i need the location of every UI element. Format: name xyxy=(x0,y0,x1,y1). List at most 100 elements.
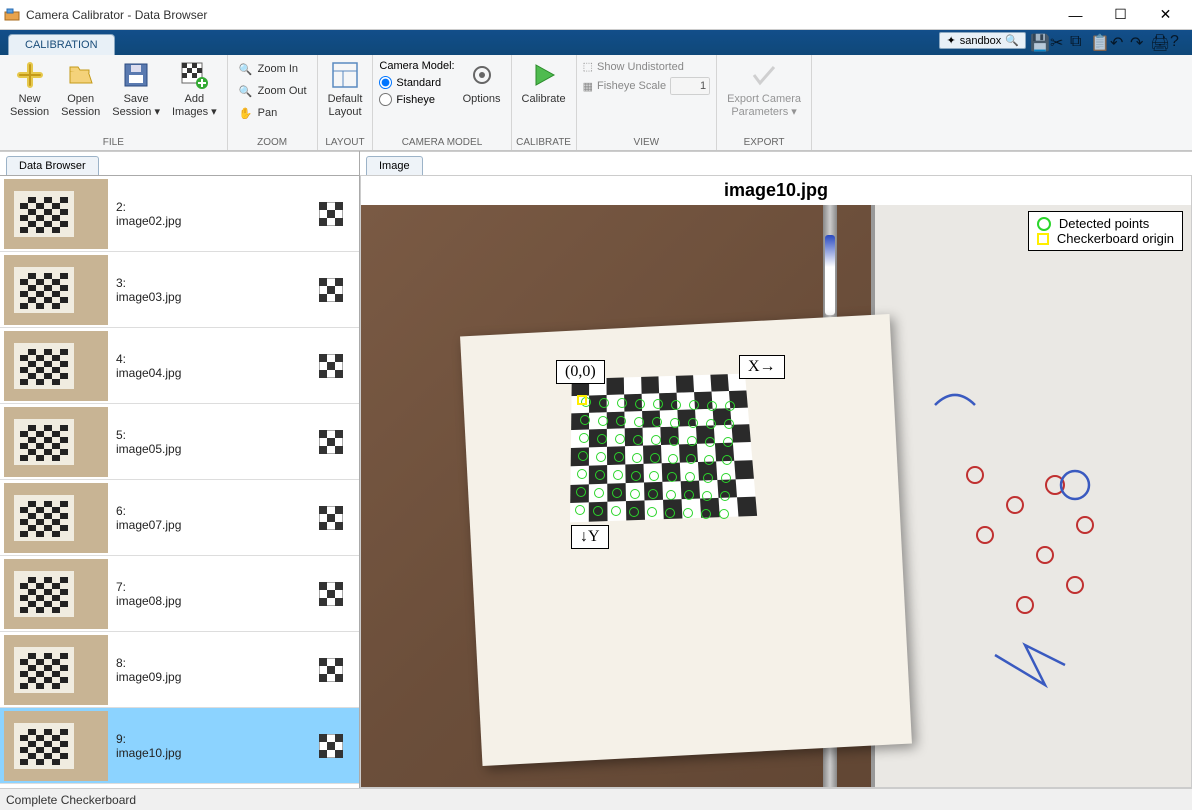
legend-detected: Detected points xyxy=(1037,216,1174,231)
list-item[interactable]: 2: image02.jpg xyxy=(0,176,359,252)
ribbon: New Session Open Session Save Session ▾ … xyxy=(0,55,1192,151)
maximize-button[interactable]: ☐ xyxy=(1098,0,1143,30)
tab-data-browser[interactable]: Data Browser xyxy=(6,156,99,175)
print-icon[interactable]: 🖨 xyxy=(1150,33,1166,49)
copy-icon[interactable]: ⧉ xyxy=(1070,33,1086,49)
item-index: 8: xyxy=(116,656,181,670)
zoom-in-button[interactable]: 🔍Zoom In xyxy=(234,59,311,79)
group-zoom: 🔍Zoom In 🔍Zoom Out ✋Pan ZOOM xyxy=(228,55,318,150)
ann-y: ↓Y xyxy=(571,525,609,549)
image-list[interactable]: 2: image02.jpg 3: image03.jpg 4: image04… xyxy=(0,175,359,788)
tab-calibration[interactable]: CALIBRATION xyxy=(8,34,115,55)
close-button[interactable]: ✕ xyxy=(1143,0,1188,30)
radio-fisheye[interactable]: Fisheye xyxy=(379,92,454,107)
save-session-label: Save Session ▾ xyxy=(112,93,160,119)
thumbnail xyxy=(4,559,108,629)
undistort-icon: ⬚ xyxy=(583,60,593,73)
group-file-label: FILE xyxy=(4,135,223,150)
new-session-button[interactable]: New Session xyxy=(4,57,55,121)
open-session-button[interactable]: Open Session xyxy=(55,57,106,121)
thumbnail xyxy=(4,407,108,477)
options-label: Options xyxy=(463,93,501,106)
help-icon[interactable]: ? xyxy=(1170,33,1186,49)
item-info: 8: image09.jpg xyxy=(116,656,181,684)
export-params-button[interactable]: Export Camera Parameters ▾ xyxy=(721,57,807,121)
save-icon[interactable]: 💾 xyxy=(1030,33,1046,49)
list-item[interactable]: 8: image09.jpg xyxy=(0,632,359,708)
group-view-label: VIEW xyxy=(581,135,713,150)
group-view: ⬚Show Undistorted ▦ Fisheye Scale VIEW xyxy=(577,55,718,150)
redo-icon[interactable]: ↷ xyxy=(1130,33,1146,49)
show-undistorted-check[interactable]: ⬚Show Undistorted xyxy=(583,59,711,74)
list-item[interactable]: 7: image08.jpg xyxy=(0,556,359,632)
checker-icon xyxy=(319,734,343,758)
pan-button[interactable]: ✋Pan xyxy=(234,103,311,123)
group-calibrate-label: CALIBRATE xyxy=(516,135,572,150)
group-calibrate: Calibrate CALIBRATE xyxy=(512,55,577,150)
sandbox-label: sandbox xyxy=(960,35,1002,47)
thumbnail xyxy=(4,483,108,553)
item-index: 6: xyxy=(116,504,181,518)
group-camera-model: Camera Model: Standard Fisheye Options C… xyxy=(373,55,511,150)
radio-standard[interactable]: Standard xyxy=(379,75,454,90)
gear-icon xyxy=(466,59,498,91)
fisheye-scale-input[interactable] xyxy=(670,77,710,95)
list-item[interactable]: 6: image07.jpg xyxy=(0,480,359,556)
circle-icon xyxy=(1037,217,1051,231)
open-session-label: Open Session xyxy=(61,93,100,119)
group-file: New Session Open Session Save Session ▾ … xyxy=(0,55,228,150)
checker-icon xyxy=(319,354,343,378)
thumbnail xyxy=(4,331,108,401)
thumbnail xyxy=(4,255,108,325)
ann-x: X→ xyxy=(739,355,785,379)
square-icon xyxy=(1037,233,1049,245)
group-export-label: EXPORT xyxy=(721,135,807,150)
checker-icon xyxy=(319,202,343,226)
sandbox-pill[interactable]: ✦ sandbox 🔍 xyxy=(939,32,1026,49)
item-info: 5: image05.jpg xyxy=(116,428,181,456)
default-layout-label: Default Layout xyxy=(328,93,363,119)
calibrate-button[interactable]: Calibrate xyxy=(516,57,572,108)
hand-icon: ✋ xyxy=(238,105,254,121)
list-item[interactable]: 5: image05.jpg xyxy=(0,404,359,480)
floppy-icon xyxy=(120,59,152,91)
zoom-out-button[interactable]: 🔍Zoom Out xyxy=(234,81,311,101)
legend: Detected points Checkerboard origin xyxy=(1028,211,1183,251)
item-info: 4: image04.jpg xyxy=(116,352,181,380)
list-item[interactable]: 3: image03.jpg xyxy=(0,252,359,328)
item-filename: image08.jpg xyxy=(116,594,181,608)
item-index: 3: xyxy=(116,276,181,290)
save-session-button[interactable]: Save Session ▾ xyxy=(106,57,166,121)
folder-open-icon xyxy=(65,59,97,91)
list-item[interactable]: 4: image04.jpg xyxy=(0,328,359,404)
undo-icon[interactable]: ↶ xyxy=(1110,33,1126,49)
add-images-button[interactable]: Add Images ▾ xyxy=(166,57,223,121)
item-index: 5: xyxy=(116,428,181,442)
data-browser-panel: Data Browser 2: image02.jpg 3: image03.j… xyxy=(0,151,360,788)
item-filename: image09.jpg xyxy=(116,670,181,684)
list-item[interactable]: 9: image10.jpg xyxy=(0,708,359,784)
export-params-label: Export Camera Parameters ▾ xyxy=(727,93,801,119)
paste-icon[interactable]: 📋 xyxy=(1090,33,1106,49)
default-layout-button[interactable]: Default Layout xyxy=(322,57,369,121)
image-view: image10.jpg xyxy=(360,175,1192,788)
tab-image[interactable]: Image xyxy=(366,156,423,175)
item-filename: image04.jpg xyxy=(116,366,181,380)
item-index: 9: xyxy=(116,732,181,746)
new-session-label: New Session xyxy=(10,93,49,119)
image-title: image10.jpg xyxy=(361,176,1191,205)
checker-icon xyxy=(319,582,343,606)
group-layout-label: LAYOUT xyxy=(322,135,369,150)
layout-icon xyxy=(329,59,361,91)
cut-icon[interactable]: ✂ xyxy=(1050,33,1066,49)
calibrate-label: Calibrate xyxy=(522,93,566,106)
plus-icon xyxy=(14,59,46,91)
minimize-button[interactable]: — xyxy=(1053,0,1098,30)
options-button[interactable]: Options xyxy=(457,57,507,108)
group-zoom-label: ZOOM xyxy=(232,135,313,150)
checker-icon xyxy=(319,658,343,682)
zoom-in-icon: 🔍 xyxy=(238,61,254,77)
image-canvas[interactable]: (0,0) X→ ↓Y Detected points Checkerboard… xyxy=(361,205,1191,787)
item-info: 7: image08.jpg xyxy=(116,580,181,608)
scale-icon: ▦ xyxy=(583,80,593,93)
